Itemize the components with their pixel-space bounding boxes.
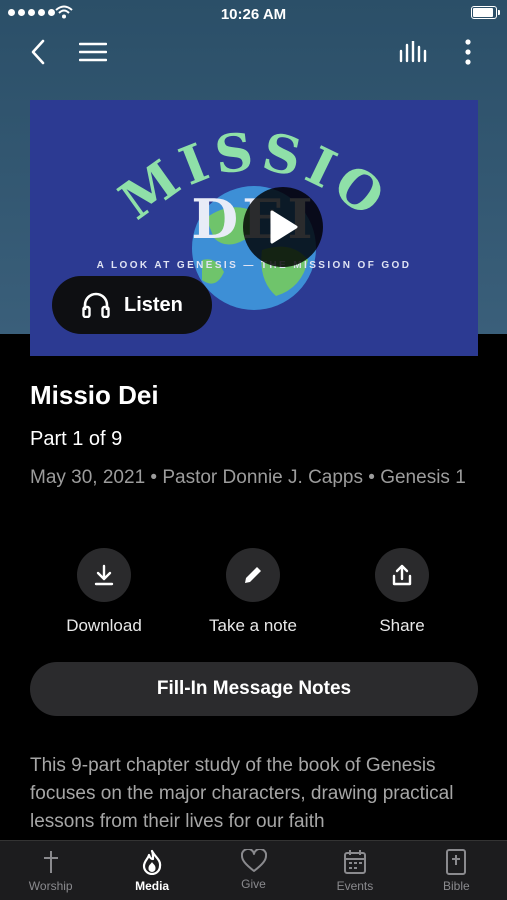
take-note-label: Take a note — [209, 616, 297, 635]
sermon-artwork: MISSIO DEI A LOOK AT GENESIS — THE MISSI… — [30, 100, 478, 356]
download-circle[interactable] — [77, 548, 131, 602]
more-button[interactable] — [452, 36, 484, 68]
sermon-description: This 9-part chapter study of the book of… — [30, 755, 454, 832]
headphones-icon — [82, 292, 110, 318]
flame-icon — [143, 849, 162, 875]
sermon-title: Missio Dei — [30, 380, 159, 410]
share-button[interactable]: Share — [327, 548, 477, 636]
status-bar: 10:26 AM — [0, 0, 507, 28]
tab-bible-label: Bible — [442, 879, 470, 893]
tab-bar: Worship Media Give Events Bible — [0, 840, 507, 900]
share-icon — [392, 564, 412, 586]
hamburger-icon — [79, 42, 107, 62]
tab-give-label: Give — [241, 877, 266, 891]
share-circle[interactable] — [375, 548, 429, 602]
tab-give[interactable]: Give — [203, 841, 304, 900]
tab-worship[interactable]: Worship — [0, 841, 101, 900]
fill-in-notes-button[interactable]: Fill-In Message Notes — [30, 662, 478, 716]
play-button[interactable] — [243, 187, 323, 267]
chevron-left-icon — [31, 39, 45, 65]
calendar-icon — [343, 850, 366, 874]
more-vertical-icon — [465, 39, 471, 65]
take-note-button[interactable]: Take a note — [178, 548, 328, 636]
listen-label: Listen — [124, 293, 183, 316]
bible-icon — [446, 849, 467, 875]
download-label: Download — [66, 616, 142, 635]
sermon-meta: May 30, 2021 • Pastor Donnie J. Capps • … — [30, 467, 466, 488]
tab-events-label: Events — [336, 879, 374, 893]
back-button[interactable] — [22, 36, 54, 68]
tab-events[interactable]: Events — [304, 841, 405, 900]
status-time: 10:26 AM — [220, 6, 287, 23]
listen-button[interactable]: Listen — [52, 276, 212, 334]
menu-button[interactable] — [77, 36, 109, 68]
cross-icon — [43, 851, 58, 873]
share-label: Share — [379, 616, 425, 635]
art-subtitle: A LOOK AT GENESIS — THE MISSION OF GOD — [96, 260, 412, 271]
audio-button[interactable] — [398, 36, 430, 68]
action-row: Download Take a note Share — [0, 548, 507, 638]
audio-bars-icon — [399, 41, 427, 63]
pencil-icon — [245, 567, 261, 583]
download-button[interactable]: Download — [29, 548, 179, 636]
take-note-circle[interactable] — [226, 548, 280, 602]
heart-icon — [240, 849, 267, 872]
sermon-part: Part 1 of 9 — [30, 428, 123, 450]
tab-media[interactable]: Media — [101, 841, 202, 900]
tab-worship-label: Worship — [28, 879, 73, 893]
tab-bible[interactable]: Bible — [406, 841, 507, 900]
play-icon — [270, 210, 298, 244]
tab-media-label: Media — [135, 879, 170, 893]
download-icon — [94, 564, 114, 586]
battery-icon — [471, 6, 500, 19]
